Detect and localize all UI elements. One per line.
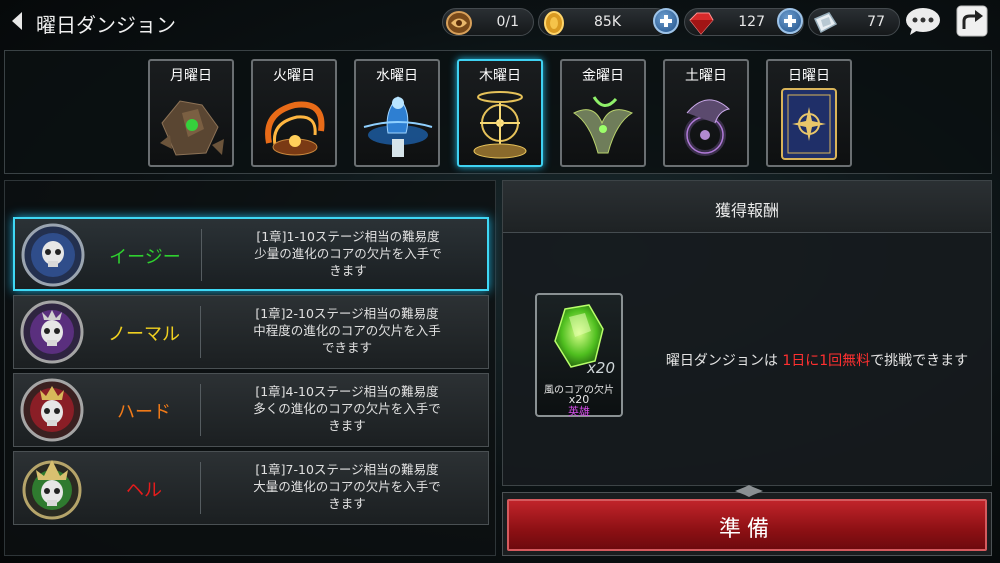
chat-button[interactable]: [904, 6, 942, 36]
description-line: [1章]1-10ステージ相当の難易度: [256, 229, 440, 244]
ruby-icon: [689, 12, 714, 35]
difficulty-easy-label: イージー: [109, 247, 181, 268]
tab-wednesday[interactable]: 水曜日: [354, 59, 440, 167]
share-button[interactable]: [955, 4, 989, 38]
ready-button[interactable]: 準備: [507, 499, 987, 551]
difficulty-hard-label: ハード: [117, 402, 171, 423]
description-line: [1章]7-10ステージ相当の難易度: [255, 462, 439, 477]
note-highlight: 1日に1回無料: [782, 353, 871, 369]
difficulty-hard-description: [1章]4-10ステージ相当の難易度 多くの進化のコアの欠片を入手で きます: [210, 383, 484, 434]
description-line: 大量の進化のコアの欠片を入手で: [253, 479, 441, 494]
difficulty-normal[interactable]: ノーマル [1章]2-10ステージ相当の難易度 中程度の進化のコアの欠片を入手 …: [13, 295, 489, 369]
gold-counter: 85K: [538, 8, 670, 36]
free-entry-note: 曜日ダンジョンは 1日に1回無料で挑戦できます: [649, 351, 985, 371]
crystal-ticket-icon: [813, 12, 838, 34]
back-button[interactable]: [4, 6, 30, 36]
share-arrow-icon: [956, 5, 988, 37]
ruby-value: 127: [738, 14, 765, 30]
tab-thursday-label: 木曜日: [479, 68, 521, 84]
divider: [200, 306, 201, 358]
earth-golem-art-icon: [160, 100, 224, 156]
note-prefix: 曜日ダンジョンは: [665, 353, 778, 369]
difficulty-panel: イージー [1章]1-10ステージ相当の難易度 少量の進化のコアの欠片を入手で …: [4, 180, 496, 556]
fire-phoenix-art-icon: [265, 101, 325, 156]
tab-monday[interactable]: 月曜日: [148, 59, 234, 167]
difficulty-normal-description: [1章]2-10ステージ相当の難易度 中程度の進化のコアの欠片を入手 できます: [210, 305, 484, 356]
reward-rarity: 英雄: [568, 405, 590, 418]
skull-hard-emblem-icon: [20, 378, 84, 442]
description-line: [1章]4-10ステージ相当の難易度: [255, 384, 439, 399]
note-suffix: で挑戦できます: [870, 353, 969, 369]
skull-normal-emblem-icon: [20, 300, 84, 364]
difficulty-hell[interactable]: ヘル [1章]7-10ステージ相当の難易度 大量の進化のコアの欠片を入手で きま…: [13, 451, 489, 525]
stamina-ticket-icon: [446, 11, 472, 35]
divider: [200, 384, 201, 436]
tab-monday-label: 月曜日: [170, 68, 212, 84]
skull-hell-emblem-icon: [22, 460, 82, 520]
stamina-counter: 0/1: [442, 8, 534, 36]
stamina-value: 0/1: [496, 14, 519, 30]
description-line: 多くの進化のコアの欠片を入手で: [253, 401, 441, 416]
reward-quantity-overlay: x20: [587, 359, 615, 377]
top-bar: 曜日ダンジョン 0/1 85K 127 77: [0, 0, 1000, 44]
chat-bubble-icon: [906, 8, 940, 35]
description-line: きます: [328, 496, 366, 511]
add-ruby-button[interactable]: [777, 8, 803, 34]
description-line: きます: [328, 418, 366, 433]
difficulty-hell-label: ヘル: [126, 480, 162, 501]
description-line: きます: [329, 263, 367, 278]
tab-friday[interactable]: 金曜日: [560, 59, 646, 167]
gold-value: 85K: [594, 14, 621, 30]
difficulty-hell-description: [1章]7-10ステージ相当の難易度 大量の進化のコアの欠片を入手で きます: [210, 461, 484, 512]
water-spirit-art-icon: [363, 96, 433, 157]
ready-button-frame: 準備: [502, 485, 992, 556]
tab-friday-label: 金曜日: [582, 68, 624, 84]
divider: [201, 229, 202, 281]
skull-easy-emblem-icon: [21, 223, 85, 287]
description-line: 中程度の進化のコアの欠片を入手: [253, 323, 441, 338]
tab-saturday[interactable]: 土曜日: [663, 59, 749, 167]
dark-serpent-art-icon: [684, 99, 731, 156]
difficulty-hard[interactable]: ハード [1章]4-10ステージ相当の難易度 多くの進化のコアの欠片を入手で き…: [13, 373, 489, 447]
reward-header: 獲得報酬: [503, 181, 991, 233]
divider: [200, 462, 201, 514]
gold-coin-icon: [544, 11, 564, 35]
weekday-tab-bar: 月曜日 火曜日 水曜日 木曜日 金曜日 土曜日 日曜日: [4, 50, 992, 174]
add-gold-button[interactable]: [653, 8, 679, 34]
tab-thursday[interactable]: 木曜日: [457, 59, 543, 167]
difficulty-easy[interactable]: イージー [1章]1-10ステージ相当の難易度 少量の進化のコアの欠片を入手で …: [13, 217, 489, 291]
reward-item-card[interactable]: x20 風のコアの欠片 x20 英雄: [535, 293, 623, 418]
description-line: 少量の進化のコアの欠片を入手で: [254, 246, 442, 261]
crystal-counter: 77: [808, 8, 900, 36]
back-arrow-icon: [12, 12, 22, 30]
difficulty-normal-label: ノーマル: [108, 324, 180, 345]
tab-sunday-label: 日曜日: [788, 68, 830, 84]
difficulty-easy-description: [1章]1-10ステージ相当の難易度 少量の進化のコアの欠片を入手で きます: [211, 228, 485, 279]
description-line: [1章]2-10ステージ相当の難易度: [255, 306, 439, 321]
tab-tuesday[interactable]: 火曜日: [251, 59, 337, 167]
tab-tuesday-label: 火曜日: [273, 68, 315, 84]
reward-title: 獲得報酬: [714, 201, 779, 220]
golden-altar-art-icon: [473, 91, 527, 159]
ready-button-label: 準備: [718, 517, 775, 542]
tab-sunday[interactable]: 日曜日: [766, 59, 852, 167]
ornament-icon: [735, 485, 763, 497]
tab-saturday-label: 土曜日: [685, 68, 727, 84]
reward-panel: 獲得報酬 x20 風のコアの欠片 x20 英雄 曜日ダンジョンは 1日に1回無料…: [502, 180, 992, 486]
golden-card-art-icon: [781, 88, 837, 160]
page-title: 曜日ダンジョン: [36, 13, 176, 37]
tab-wednesday-label: 水曜日: [376, 68, 418, 84]
wind-dragon-art-icon: [572, 96, 634, 154]
description-line: できます: [321, 340, 372, 355]
crystal-value: 77: [867, 14, 885, 30]
